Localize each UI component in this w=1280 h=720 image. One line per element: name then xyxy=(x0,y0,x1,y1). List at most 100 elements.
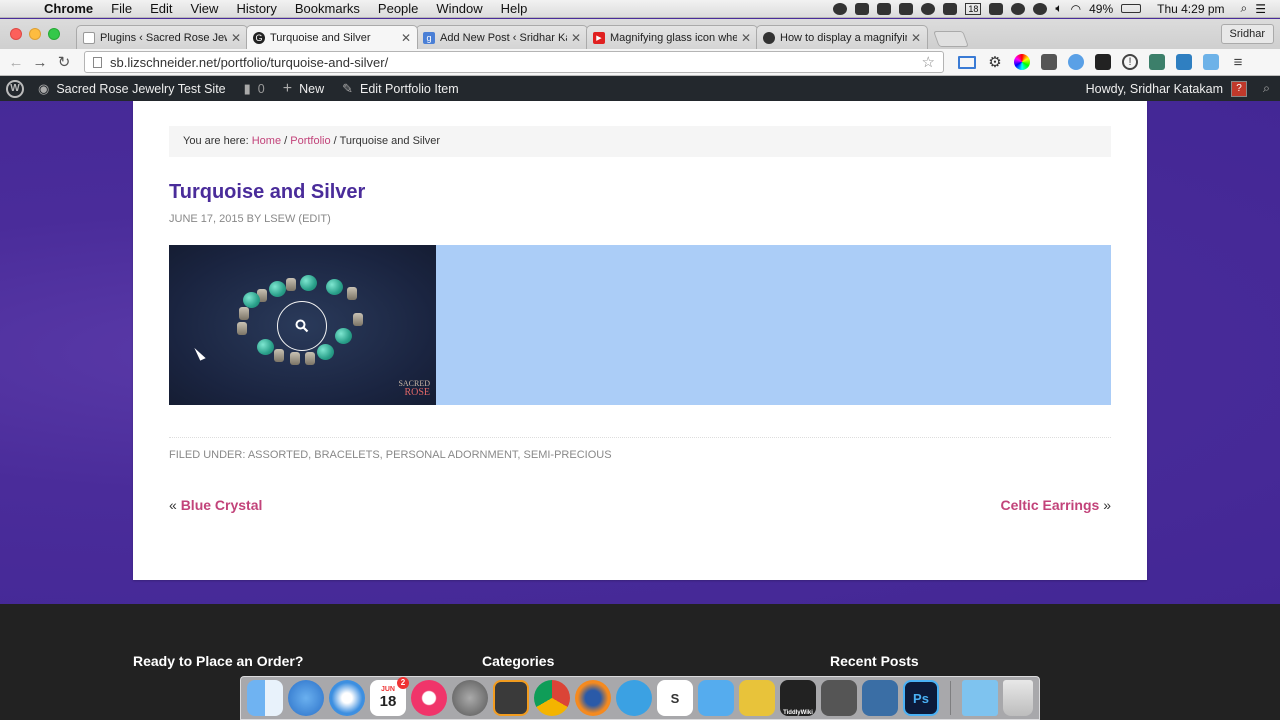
battery-percent[interactable]: 49% xyxy=(1089,2,1113,16)
launchpad-icon[interactable] xyxy=(288,680,324,716)
camera-icon[interactable] xyxy=(899,2,914,15)
downloads-folder-icon[interactable] xyxy=(962,680,998,716)
chrome-icon[interactable] xyxy=(534,680,570,716)
photoshop-icon[interactable]: Ps xyxy=(903,680,939,716)
admin-new[interactable]: + New xyxy=(283,80,324,98)
grid-icon[interactable] xyxy=(943,2,958,15)
close-tab-icon[interactable]: ✕ xyxy=(571,31,581,45)
admin-comments[interactable]: ▮ 0 xyxy=(244,81,265,97)
wordpress-icon[interactable]: W xyxy=(6,79,24,98)
battery-icon xyxy=(1121,4,1142,13)
close-tab-icon[interactable]: ✕ xyxy=(911,31,921,45)
zoom-overlay[interactable] xyxy=(277,301,327,351)
prev-post-link[interactable]: Blue Crystal xyxy=(181,497,263,513)
admin-site-name[interactable]: ◉ Sacred Rose Jewelry Test Site xyxy=(38,81,226,97)
wp-admin-bar: W ◉ Sacred Rose Jewelry Test Site ▮ 0 + New… xyxy=(0,76,1280,101)
volume-icon[interactable]: 🔈︎ xyxy=(1055,1,1062,16)
address-bar[interactable]: sb.lizschneider.net/portfolio/turquoise-… xyxy=(84,51,944,73)
close-tab-icon[interactable]: ✕ xyxy=(231,31,241,45)
turquoise-bead xyxy=(300,275,317,291)
transmit-icon[interactable] xyxy=(739,680,775,716)
tab-magnifying-glass[interactable]: ▶ Magnifying glass icon when ✕ xyxy=(586,25,758,49)
breadcrumb-portfolio-link[interactable]: Portfolio xyxy=(290,135,330,147)
turquoise-bead xyxy=(243,292,260,308)
menu-help[interactable]: Help xyxy=(501,1,528,16)
close-tab-icon[interactable]: ✕ xyxy=(401,31,411,45)
sublime-text-icon[interactable] xyxy=(493,680,529,716)
puzzle-icon[interactable] xyxy=(1149,54,1165,70)
screen-icon[interactable] xyxy=(877,2,892,15)
address-url[interactable]: sb.lizschneider.net/portfolio/turquoise-… xyxy=(110,55,922,70)
window-icon[interactable] xyxy=(1095,54,1111,70)
info-icon[interactable]: ! xyxy=(1122,54,1138,70)
menu-file[interactable]: File xyxy=(111,1,132,16)
dashboard-icon: ◉ xyxy=(38,80,50,96)
pocket-icon[interactable] xyxy=(1041,54,1057,70)
evernote-icon[interactable] xyxy=(1011,2,1026,15)
minimize-window-button[interactable] xyxy=(29,28,41,40)
new-tab-button[interactable] xyxy=(933,31,969,47)
status-icon[interactable] xyxy=(833,2,848,15)
admin-howdy[interactable]: Howdy, Sridhar Katakam xyxy=(1086,82,1223,96)
xcode-icon[interactable] xyxy=(862,680,898,716)
tab-plugins[interactable]: Plugins ‹ Sacred Rose Jewelry ✕ xyxy=(76,25,248,49)
next-post-link[interactable]: Celtic Earrings xyxy=(1000,497,1099,513)
cast-icon[interactable] xyxy=(958,55,976,69)
browser-toolbar: ← → ↻ sb.lizschneider.net/portfolio/turq… xyxy=(0,49,1280,76)
sacred-rose-watermark: SACRED ROSE xyxy=(398,379,430,398)
calendar-app-icon[interactable]: JUN 18 2 xyxy=(370,677,409,716)
tab-how-to-display[interactable]: How to display a magnifying ✕ xyxy=(756,25,928,49)
profile-button[interactable]: Sridhar xyxy=(1220,24,1274,44)
color-picker-icon[interactable] xyxy=(1014,54,1030,70)
notification-icon[interactable] xyxy=(1033,2,1048,15)
admin-edit-portfolio[interactable]: ✎ Edit Portfolio Item xyxy=(342,81,459,97)
menu-icon[interactable]: ≡ xyxy=(1230,54,1246,71)
menu-edit[interactable]: Edit xyxy=(150,1,172,16)
breadcrumb-home-link[interactable]: Home xyxy=(252,135,281,147)
system-preferences-icon[interactable] xyxy=(452,680,488,716)
spotlight-icon[interactable]: ⌕ xyxy=(1241,1,1248,16)
zoom-window-button[interactable] xyxy=(48,28,60,40)
menu-window[interactable]: Window xyxy=(436,1,482,16)
forward-button[interactable]: → xyxy=(28,54,52,71)
back-button[interactable]: ← xyxy=(4,54,28,71)
admin-search-icon[interactable]: ⌕ xyxy=(1263,81,1270,96)
dropbox-icon[interactable] xyxy=(989,2,1004,15)
avatar[interactable]: ? xyxy=(1230,80,1247,97)
twitter-icon[interactable] xyxy=(698,680,734,716)
reload-button[interactable]: ↻ xyxy=(52,53,76,71)
close-window-button[interactable] xyxy=(10,28,22,40)
sync-icon[interactable] xyxy=(921,2,936,15)
tab-add-new-post[interactable]: g Add New Post ‹ Sridhar Katakam ✕ xyxy=(416,25,588,49)
slack-icon[interactable]: S xyxy=(657,680,693,716)
cloud-icon[interactable] xyxy=(855,2,870,15)
bracelet-image[interactable]: SACRED ROSE xyxy=(169,245,436,405)
close-tab-icon[interactable]: ✕ xyxy=(741,31,751,45)
menu-app-chrome[interactable]: Chrome xyxy=(44,1,93,16)
photo-slideshow-icon[interactable] xyxy=(821,680,857,716)
itunes-icon[interactable] xyxy=(411,680,447,716)
bookmark-star-icon[interactable]: ☆ xyxy=(922,53,935,71)
gear-icon[interactable]: ⚙ xyxy=(987,54,1003,71)
grid-extension-icon[interactable] xyxy=(1176,54,1192,70)
finder-icon[interactable] xyxy=(247,680,283,716)
screenshot-icon[interactable] xyxy=(1203,54,1219,70)
calendar-icon[interactable]: 18 xyxy=(965,2,982,15)
wifi-icon[interactable]: ◠ xyxy=(1071,2,1081,16)
clock[interactable]: Thu 4:29 pm xyxy=(1157,2,1224,16)
safari-icon[interactable] xyxy=(329,680,365,716)
menu-view[interactable]: View xyxy=(190,1,218,16)
feather-icon[interactable] xyxy=(1068,54,1084,70)
page-info-icon[interactable] xyxy=(93,56,102,68)
notification-center-icon[interactable]: ☰ xyxy=(1255,2,1266,16)
simplenote-icon[interactable] xyxy=(616,680,652,716)
menu-bookmarks[interactable]: Bookmarks xyxy=(295,1,360,16)
menu-people[interactable]: People xyxy=(378,1,418,16)
trash-icon[interactable] xyxy=(1003,680,1033,716)
firefox-icon[interactable] xyxy=(575,680,611,716)
menu-history[interactable]: History xyxy=(236,1,276,16)
tab-turquoise-and-silver[interactable]: G Turquoise and Silver ✕ xyxy=(246,25,418,49)
silver-bead xyxy=(274,349,284,362)
tiddlywiki-icon[interactable]: TiddlyWiki xyxy=(780,680,816,716)
tab-title: Turquoise and Silver xyxy=(270,31,371,44)
